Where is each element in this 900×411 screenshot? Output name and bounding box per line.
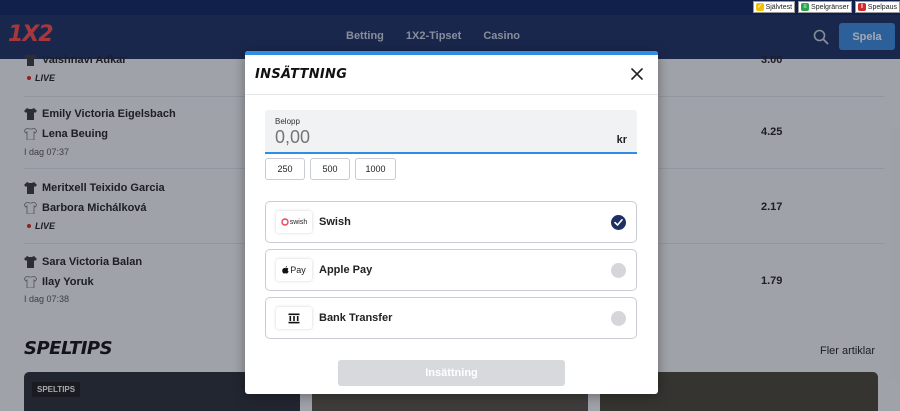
limits-label: Spelgränser <box>811 3 849 11</box>
close-icon[interactable] <box>630 67 644 81</box>
pause-label: Spelpaus <box>867 3 897 11</box>
pause-link[interactable]: ‖ Spelpaus <box>854 1 900 13</box>
quick-amount-500[interactable]: 500 <box>310 158 350 180</box>
checklist-icon: ✓ <box>755 3 764 11</box>
quick-amount-1000[interactable]: 1000 <box>355 158 396 180</box>
method-name: Apple Pay <box>319 264 373 276</box>
utility-bar: ✓ Självtest ≡ Spelgränser ‖ Spelpaus <box>0 0 900 15</box>
swish-logo: swish <box>276 211 312 233</box>
pause-icon: ‖ <box>857 3 866 11</box>
self-test-label: Självtest <box>765 3 793 11</box>
amount-field: Belopp kr <box>265 110 637 154</box>
quick-amount-250[interactable]: 250 <box>265 158 305 180</box>
currency-label: kr <box>616 134 627 146</box>
method-radio-selected[interactable] <box>611 215 626 230</box>
payment-method-apple-pay[interactable]: Pay Apple Pay <box>265 249 637 291</box>
method-name: Swish <box>319 216 351 228</box>
swish-icon <box>281 218 289 226</box>
apple-pay-logo: Pay <box>276 259 312 281</box>
deposit-button[interactable]: Insättning <box>338 360 565 386</box>
apple-icon <box>282 266 289 274</box>
limits-icon: ≡ <box>801 3 810 11</box>
payment-method-bank-transfer[interactable]: Bank Transfer <box>265 297 637 339</box>
modal-title: INSÄTTNING <box>255 67 348 82</box>
bank-icon <box>288 313 300 323</box>
payment-method-swish[interactable]: swish Swish <box>265 201 637 243</box>
checkmark-icon <box>614 219 623 226</box>
bank-logo <box>276 307 312 329</box>
responsible-gaming-links: ✓ Självtest ≡ Spelgränser ‖ Spelpaus <box>752 1 900 13</box>
self-test-link[interactable]: ✓ Självtest <box>752 1 796 13</box>
amount-input[interactable] <box>275 127 595 148</box>
apple-pay-logo-text: Pay <box>290 265 306 275</box>
limits-link[interactable]: ≡ Spelgränser <box>798 1 852 13</box>
modal-divider <box>245 94 658 95</box>
method-name: Bank Transfer <box>319 312 393 324</box>
amount-label: Belopp <box>275 117 300 126</box>
modal-accent-bar <box>245 51 658 55</box>
deposit-modal: INSÄTTNING Belopp kr 250 500 1000 swish … <box>245 51 658 394</box>
method-radio[interactable] <box>611 263 626 278</box>
swish-logo-text: swish <box>289 218 308 226</box>
method-radio[interactable] <box>611 311 626 326</box>
